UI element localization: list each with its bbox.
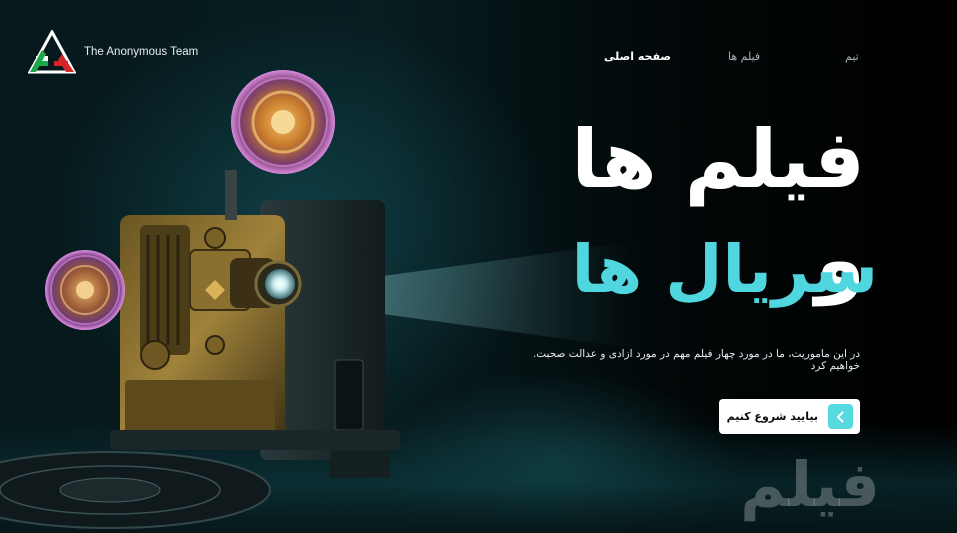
- start-button-label: بیایید شروع کنیم: [726, 410, 818, 423]
- nav-home-link[interactable]: صفحه اصلی: [604, 50, 671, 63]
- nav-movies-link[interactable]: فیلم ها: [728, 50, 760, 63]
- nav-team-link[interactable]: تیم: [845, 50, 859, 63]
- background-watermark-text: فیلم: [740, 448, 880, 521]
- chevron-left-icon: [828, 404, 853, 429]
- film-projector-illustration: [0, 70, 400, 529]
- start-button[interactable]: بیایید شروع کنیم: [719, 399, 860, 434]
- hero-description: .در این ماموریت، ما در مورد چهار فیلم مه…: [532, 348, 860, 372]
- top-navigation: صفحه اصلی فیلم ها تیم: [0, 50, 957, 70]
- hero-title-line2: سریال ها: [571, 231, 878, 308]
